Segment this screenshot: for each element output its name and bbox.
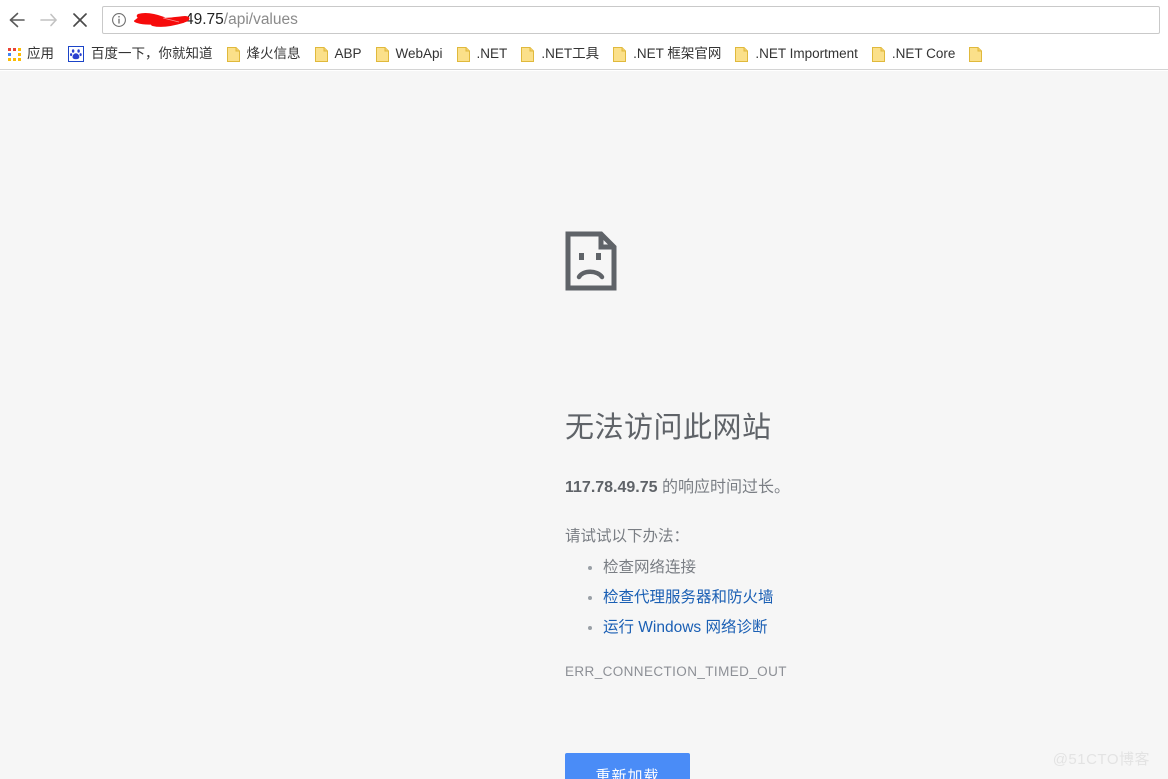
folder-icon xyxy=(226,46,240,62)
arrow-right-icon xyxy=(40,13,57,26)
bookmark-folder-dotnet[interactable]: .NET xyxy=(451,42,514,66)
folder-icon xyxy=(613,46,627,62)
suggestions-list: 检查网络连接 检查代理服务器和防火墙 运行 Windows 网络诊断 xyxy=(581,553,774,643)
error-host: 117.78.49.75 xyxy=(565,479,658,496)
apps-grid-icon xyxy=(8,47,21,61)
bookmark-folder-dotnet-official[interactable]: .NET 框架官网 xyxy=(607,42,727,66)
page-content: 无法访问此网站 117.78.49.75 的响应时间过长。 请试试以下办法： 检… xyxy=(0,71,1168,779)
folder-icon xyxy=(375,46,389,62)
close-x-icon xyxy=(73,12,87,27)
bookmark-folder-dotnet-core[interactable]: .NET Core xyxy=(866,42,962,66)
bookmark-folder-dotnet-importment[interactable]: .NET Importment xyxy=(729,42,864,66)
bookmark-folder-dotnet-tools[interactable]: .NET工具 xyxy=(515,42,605,66)
bookmark-item-baidu[interactable]: 百度一下，你就知道 xyxy=(62,42,219,66)
url-host: 49.75 xyxy=(184,10,224,28)
page-title: 无法访问此网站 xyxy=(565,412,772,444)
bookmark-label: ABP xyxy=(334,46,362,61)
bookmark-label: .NET Core xyxy=(891,46,956,61)
bookmark-label: .NET工具 xyxy=(541,46,600,61)
suggestions-heading: 请试试以下办法： xyxy=(565,528,690,545)
folder-icon xyxy=(871,46,885,62)
bookmark-label: .NET 框架官网 xyxy=(633,46,722,61)
folder-icon xyxy=(456,46,470,62)
suggestion-link-proxy[interactable]: 检查代理服务器和防火墙 xyxy=(603,589,774,606)
bookmarks-bar: 应用 百度一下，你就知道 烽火信息 ABP WebApi .NET .NET工具… xyxy=(0,39,1168,70)
bookmark-folder-webapi[interactable]: WebApi xyxy=(370,42,449,66)
sad-document-icon xyxy=(565,231,617,291)
forward-button[interactable] xyxy=(32,4,64,36)
error-page: 无法访问此网站 117.78.49.75 的响应时间过长。 请试试以下办法： 检… xyxy=(565,231,1085,779)
address-bar[interactable]: 117.78.49.75/api/values xyxy=(102,5,1160,34)
folder-icon xyxy=(969,46,983,62)
bookmark-folder-abp[interactable]: ABP xyxy=(309,42,368,66)
bookmark-label: WebApi xyxy=(395,46,443,61)
browser-toolbar: 117.78.49.75/api/values xyxy=(0,0,1168,39)
stop-loading-button[interactable] xyxy=(64,4,96,36)
list-item: 检查代理服务器和防火墙 xyxy=(603,583,774,613)
folder-icon xyxy=(314,46,328,62)
info-circle-icon[interactable] xyxy=(111,12,127,28)
bookmark-label: 烽火信息 xyxy=(246,46,301,61)
bookmark-label: .NET xyxy=(476,46,508,61)
bookmark-label: .NET Importment xyxy=(755,46,858,61)
bookmark-folder-overflow[interactable] xyxy=(963,42,995,66)
url-text[interactable]: 117.78.49.75/api/values xyxy=(133,10,298,30)
bookmark-apps[interactable]: 应用 xyxy=(2,42,60,66)
error-subtitle: 117.78.49.75 的响应时间过长。 xyxy=(565,476,790,500)
list-item: 运行 Windows 网络诊断 xyxy=(603,613,774,643)
error-code: ERR_CONNECTION_TIMED_OUT xyxy=(565,664,787,679)
back-button[interactable] xyxy=(0,4,32,36)
bookmark-folder-fenghuo[interactable]: 烽火信息 xyxy=(221,42,307,66)
bookmark-label: 应用 xyxy=(27,46,54,61)
suggestion-link-diagnostics[interactable]: 运行 Windows 网络诊断 xyxy=(603,619,768,636)
bookmark-label: 百度一下，你就知道 xyxy=(91,46,213,61)
folder-icon xyxy=(735,46,749,62)
reload-button[interactable]: 重新加载 xyxy=(565,753,690,779)
watermark: @51CTO博客 xyxy=(1052,751,1150,768)
baidu-paw-icon xyxy=(68,46,84,62)
error-subtitle-rest: 的响应时间过长。 xyxy=(657,479,790,496)
list-item: 检查网络连接 xyxy=(603,553,774,583)
browser-window: 117.78.49.75/api/values 应用 xyxy=(0,0,1168,779)
arrow-left-icon xyxy=(9,12,25,27)
url-path: /api/values xyxy=(223,10,298,28)
suggestion-text: 检查网络连接 xyxy=(603,559,697,576)
folder-icon xyxy=(521,46,535,62)
